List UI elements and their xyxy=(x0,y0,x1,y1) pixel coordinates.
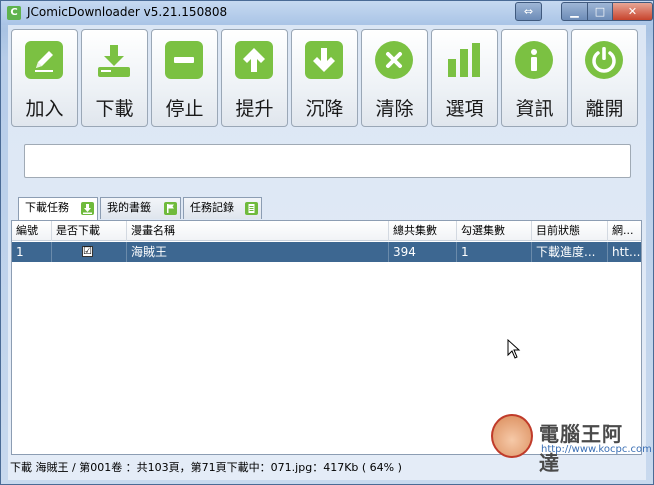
power-icon xyxy=(585,41,623,79)
pencil-icon xyxy=(25,41,63,79)
move-down-button[interactable]: 沉降 xyxy=(291,29,358,127)
col-header-id[interactable]: 編號 xyxy=(12,221,52,241)
minimize-button[interactable]: ▁ xyxy=(561,2,588,21)
col-header-selected[interactable]: 勾選集數 xyxy=(457,221,532,241)
app-window: C JComicDownloader v5.21.150808 ⇔ ▁ □ ✕ … xyxy=(0,0,654,485)
add-button-label: 加入 xyxy=(25,98,64,120)
window-title: JComicDownloader v5.21.150808 xyxy=(27,5,228,19)
doc-tab-icon xyxy=(245,202,258,215)
cell-url: htt... xyxy=(612,245,641,259)
col-header-name[interactable]: 漫畫名稱 xyxy=(127,221,389,241)
tab-bookmarks-label: 我的書籤 xyxy=(107,201,151,214)
download-button[interactable]: 下載 xyxy=(81,29,148,127)
title-bar[interactable]: C JComicDownloader v5.21.150808 ⇔ ▁ □ ✕ xyxy=(1,1,653,25)
mascot-icon xyxy=(491,414,533,458)
move-up-button-label: 提升 xyxy=(235,98,274,120)
flag-tab-icon xyxy=(164,202,177,215)
move-down-button-label: 沉降 xyxy=(305,98,344,120)
mouse-cursor-icon xyxy=(507,339,521,359)
tab-task-records-label: 任務記錄 xyxy=(190,201,234,214)
tab-task-records[interactable]: 任務記錄 xyxy=(183,197,262,219)
tab-download-tasks-label: 下載任務 xyxy=(25,201,69,214)
maximize-button[interactable]: □ xyxy=(587,2,613,21)
move-up-button[interactable]: 提升 xyxy=(221,29,288,127)
stop-button-label: 停止 xyxy=(165,98,204,120)
info-button-label: 資訊 xyxy=(515,98,554,120)
cell-download: ☑ xyxy=(52,242,127,262)
watermark: 電腦王阿達 http://www.kocpc.com.tw xyxy=(491,406,654,475)
cell-name: 海賊王 xyxy=(127,242,389,262)
arrow-down-icon xyxy=(305,41,343,79)
download-checkbox[interactable]: ☑ xyxy=(82,246,93,257)
col-header-download[interactable]: 是否下載 xyxy=(52,221,127,241)
clear-button[interactable]: 清除 xyxy=(361,29,428,127)
cell-status: 下載進度... xyxy=(532,242,608,262)
url-input[interactable] xyxy=(24,144,631,178)
col-header-total[interactable]: 總共集數 xyxy=(389,221,457,241)
options-button[interactable]: 選項 xyxy=(431,29,498,127)
clear-button-label: 清除 xyxy=(375,98,414,120)
info-icon xyxy=(515,41,553,79)
cell-id: 1 xyxy=(12,242,52,262)
cell-total: 394 xyxy=(389,242,457,262)
col-header-url[interactable]: 網... xyxy=(608,221,641,241)
x-circle-icon xyxy=(375,41,413,79)
arrow-up-icon xyxy=(235,41,273,79)
switch-view-button[interactable]: ⇔ xyxy=(515,2,542,21)
download-icon xyxy=(95,41,133,79)
download-button-label: 下載 xyxy=(95,98,134,120)
minus-icon xyxy=(165,41,203,79)
table-row[interactable]: 1 ☑ 海賊王 394 1 下載進度... htt... xyxy=(12,242,641,262)
app-icon: C xyxy=(7,6,21,20)
col-header-status[interactable]: 目前狀態 xyxy=(532,221,608,241)
cell-selected: 1 xyxy=(457,242,532,262)
stop-button[interactable]: 停止 xyxy=(151,29,218,127)
table-header: 編號 是否下載 漫畫名稱 總共集數 勾選集數 目前狀態 網... xyxy=(12,221,641,241)
exit-button[interactable]: 離開 xyxy=(571,29,638,127)
bar-chart-icon xyxy=(445,41,483,79)
exit-button-label: 離開 xyxy=(585,98,624,120)
watermark-url: http://www.kocpc.com.tw xyxy=(541,444,654,455)
download-tab-icon xyxy=(81,202,94,215)
info-button[interactable]: 資訊 xyxy=(501,29,568,127)
close-button[interactable]: ✕ xyxy=(612,2,653,21)
tab-bookmarks[interactable]: 我的書籤 xyxy=(100,197,181,219)
options-button-label: 選項 xyxy=(445,98,484,120)
add-button[interactable]: 加入 xyxy=(11,29,78,127)
tab-download-tasks[interactable]: 下載任務 xyxy=(18,197,98,220)
toolbar: 加入 下載 停止 提升 沉降 清除 選項 資訊 離開 xyxy=(11,29,645,127)
